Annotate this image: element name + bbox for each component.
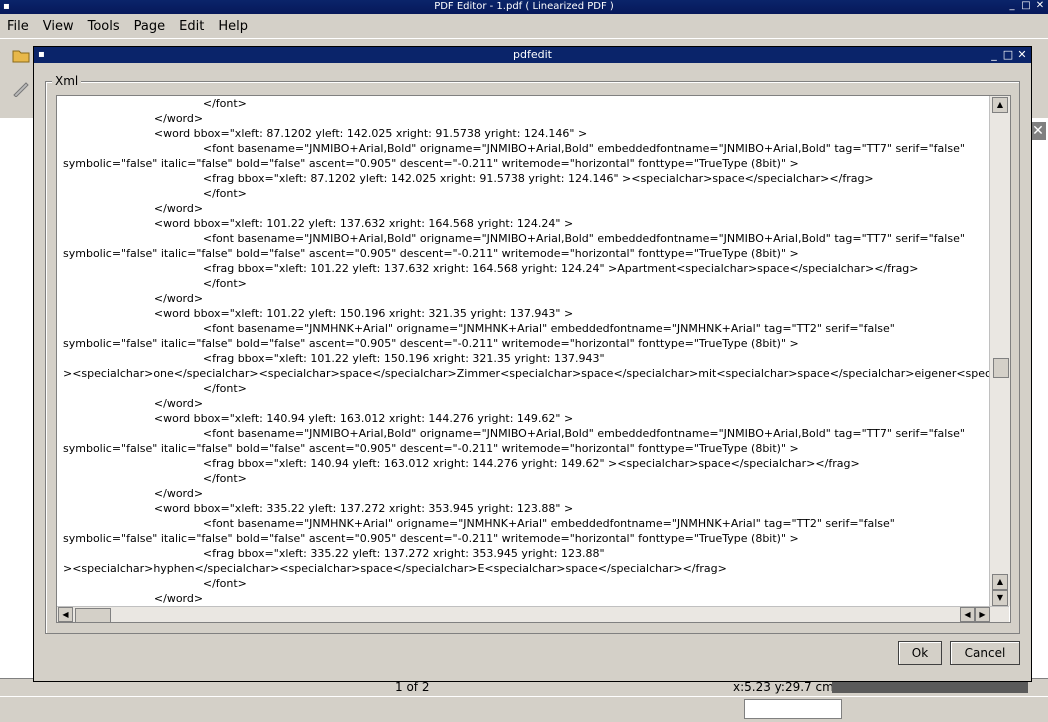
xml-line[interactable]: </word> <box>57 111 989 126</box>
xml-line[interactable]: <word bbox="xleft: 140.94 yleft: 163.012… <box>57 411 989 426</box>
xml-line[interactable]: </font> <box>57 96 989 111</box>
xml-line[interactable]: symbolic="false" italic="false" bold="fa… <box>57 246 989 261</box>
xml-line[interactable]: symbolic="false" italic="false" bold="fa… <box>57 441 989 456</box>
menu-file[interactable]: File <box>0 19 36 34</box>
pdfedit-dialog: ▪ pdfedit _ □ ✕ Xml </font> </word> <wor… <box>33 46 1032 682</box>
minimize-icon[interactable]: _ <box>987 48 1001 62</box>
xml-content[interactable]: </font> </word> <word bbox="xleft: 87.12… <box>57 96 989 606</box>
menu-view[interactable]: View <box>36 19 81 34</box>
xml-line[interactable]: <frag bbox="xleft: 335.22 yleft: 137.272… <box>57 546 989 561</box>
status-bottom <box>0 696 1048 722</box>
window-menu-icon[interactable]: ▪ <box>3 0 10 14</box>
cancel-button[interactable]: Cancel <box>950 641 1020 665</box>
folder-icon[interactable] <box>12 47 30 63</box>
xml-line[interactable]: <frag bbox="xleft: 101.22 yleft: 150.196… <box>57 351 989 366</box>
maximize-icon[interactable]: □ <box>1001 48 1015 62</box>
xml-line[interactable]: <word bbox="xleft: 101.22 yleft: 137.632… <box>57 216 989 231</box>
coordinates-readout: x:5.23 y:29.7 cm <box>733 680 834 694</box>
xml-line[interactable]: <word bbox="xleft: 87.1202 yleft: 142.02… <box>57 126 989 141</box>
xml-line[interactable]: <frag bbox="xleft: 140.94 yleft: 163.012… <box>57 456 989 471</box>
dialog-title: pdfedit <box>513 48 552 61</box>
menu-tools[interactable]: Tools <box>81 19 127 34</box>
xml-line[interactable]: <word bbox="xleft: 101.22 yleft: 150.196… <box>57 306 989 321</box>
scroll-right-icon[interactable]: ▶ <box>975 607 990 622</box>
menubar: File View Tools Page Edit Help <box>0 14 1048 38</box>
xml-line[interactable]: <font basename="JNMIBO+Arial,Bold" orign… <box>57 231 989 246</box>
xml-line[interactable]: <word bbox="xleft: 335.22 yleft: 137.272… <box>57 501 989 516</box>
xml-line[interactable]: ><specialchar>hyphen</specialchar><speci… <box>57 561 989 576</box>
xml-line[interactable]: </word> <box>57 486 989 501</box>
xml-line[interactable]: symbolic="false" italic="false" bold="fa… <box>57 531 989 546</box>
xml-line[interactable]: <font basename="JNMHNK+Arial" origname="… <box>57 516 989 531</box>
menu-edit[interactable]: Edit <box>172 19 211 34</box>
xml-line[interactable]: </font> <box>57 276 989 291</box>
xml-line[interactable]: </font> <box>57 471 989 486</box>
xml-line[interactable]: <frag bbox="xleft: 87.1202 yleft: 142.02… <box>57 171 989 186</box>
xml-line[interactable]: </word> <box>57 201 989 216</box>
xml-line[interactable]: </word> <box>57 591 989 606</box>
xml-line[interactable]: </font> <box>57 576 989 591</box>
xml-line[interactable]: <font basename="JNMIBO+Arial,Bold" orign… <box>57 426 989 441</box>
scroll-left-icon[interactable]: ◀ <box>58 607 73 622</box>
page-indicator: 1 of 2 <box>395 680 430 694</box>
close-icon[interactable]: ✕ <box>1015 48 1029 62</box>
vertical-scroll-thumb[interactable] <box>993 358 1009 378</box>
scroll-up-icon[interactable]: ▲ <box>992 97 1008 113</box>
xml-line[interactable]: <font basename="JNMHNK+Arial" origname="… <box>57 321 989 336</box>
progress-bar <box>832 681 1028 693</box>
xml-line[interactable]: <font basename="JNMIBO+Arial,Bold" orign… <box>57 141 989 156</box>
xml-line[interactable]: symbolic="false" italic="false" bold="fa… <box>57 156 989 171</box>
dialog-menu-icon[interactable]: ▪ <box>38 47 45 63</box>
menu-page[interactable]: Page <box>127 19 172 34</box>
horizontal-scrollbar[interactable]: ◀ ◀ ▶ <box>57 606 1009 622</box>
vertical-scrollbar[interactable]: ▲ ▲ ▼ <box>989 96 1010 606</box>
xml-line[interactable]: </font> <box>57 381 989 396</box>
maximize-icon[interactable]: □ <box>1020 0 1032 12</box>
ok-button[interactable]: Ok <box>898 641 942 665</box>
scroll-left-icon[interactable]: ◀ <box>960 607 975 622</box>
scroll-up-icon[interactable]: ▲ <box>992 574 1008 590</box>
main-titlebar: ▪ PDF Editor - 1.pdf ( Linearized PDF ) … <box>0 0 1048 14</box>
main-window-title: PDF Editor - 1.pdf ( Linearized PDF ) <box>434 1 614 12</box>
xml-line[interactable]: </word> <box>57 396 989 411</box>
dialog-titlebar: ▪ pdfedit _ □ ✕ <box>34 47 1031 63</box>
xml-line[interactable]: symbolic="false" italic="false" bold="fa… <box>57 336 989 351</box>
scroll-down-icon[interactable]: ▼ <box>992 590 1008 606</box>
xml-line[interactable]: </word> <box>57 291 989 306</box>
xml-text-view[interactable]: </font> </word> <word bbox="xleft: 87.12… <box>56 95 1011 623</box>
xml-group-label: Xml <box>52 74 82 88</box>
close-icon[interactable]: ✕ <box>1030 122 1046 140</box>
xml-line[interactable]: </font> <box>57 186 989 201</box>
minimize-icon[interactable]: _ <box>1006 0 1018 12</box>
left-panel <box>0 118 35 678</box>
xml-line[interactable]: <frag bbox="xleft: 101.22 yleft: 137.632… <box>57 261 989 276</box>
menu-help[interactable]: Help <box>211 19 255 34</box>
pencil-icon[interactable] <box>12 81 30 98</box>
xml-line[interactable]: ><specialchar>one</specialchar><specialc… <box>57 366 989 381</box>
command-input[interactable] <box>744 699 842 719</box>
close-icon[interactable]: ✕ <box>1034 0 1046 12</box>
horizontal-scroll-thumb[interactable] <box>75 608 111 622</box>
